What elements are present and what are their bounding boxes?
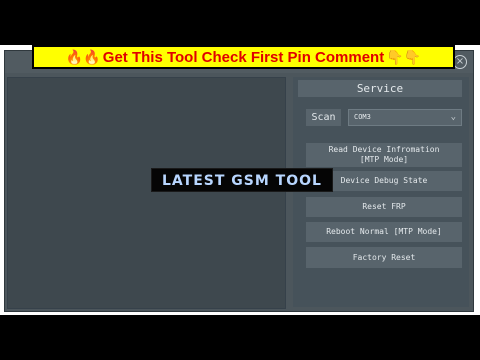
port-select-value: COM3 bbox=[354, 113, 371, 121]
scan-button[interactable]: Scan bbox=[306, 109, 341, 126]
reboot-normal-label: Reboot Normal [MTP Mode] bbox=[326, 227, 442, 236]
reset-frp-button[interactable]: Reset FRP bbox=[306, 197, 462, 217]
reboot-normal-button[interactable]: Reboot Normal [MTP Mode] bbox=[306, 222, 462, 242]
read-device-info-button[interactable]: Read Device Infromation [MTP Mode] bbox=[306, 143, 462, 167]
read-device-info-label: Read Device Infromation bbox=[328, 145, 440, 154]
fire-icon: 🔥🔥 bbox=[65, 48, 101, 65]
chevron-down-icon: ⌄ bbox=[450, 112, 456, 122]
log-output-panel bbox=[7, 77, 286, 309]
letterbox-top bbox=[0, 0, 480, 45]
reset-frp-label: Reset FRP bbox=[362, 202, 406, 211]
pointing-down-icon: 👇👇 bbox=[386, 48, 422, 65]
factory-reset-button[interactable]: Factory Reset bbox=[306, 247, 462, 268]
service-panel-title: Service bbox=[298, 80, 462, 97]
device-debug-state-label: Device Debug State bbox=[340, 176, 428, 185]
factory-reset-label: Factory Reset bbox=[352, 252, 416, 262]
read-device-info-mode: [MTP Mode] bbox=[359, 155, 409, 164]
promo-banner: 🔥🔥 Get This Tool Check First Pin Comment… bbox=[32, 45, 455, 69]
promo-banner-text: Get This Tool Check First Pin Comment bbox=[102, 48, 385, 66]
close-icon[interactable]: × bbox=[453, 55, 467, 69]
port-select[interactable]: COM3 ⌄ bbox=[348, 109, 462, 126]
letterbox-bottom bbox=[0, 315, 480, 360]
watermark-stamp: LATEST GSM TOOL bbox=[151, 168, 333, 192]
